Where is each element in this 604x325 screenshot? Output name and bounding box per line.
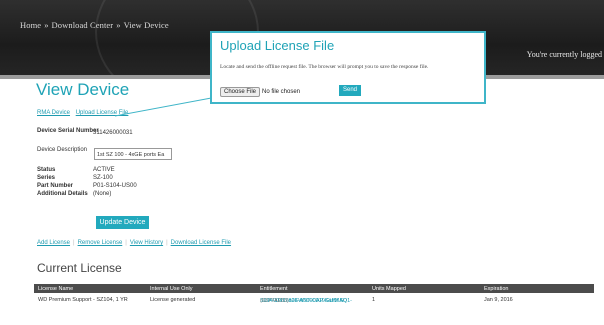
upload-license-popup: Upload License File Locate and send the … — [210, 31, 486, 104]
file-status-text: No file chosen — [262, 89, 301, 95]
choose-file-button[interactable]: Choose File — [220, 87, 261, 97]
send-button[interactable]: Send — [339, 85, 361, 96]
popup-title: Upload License File — [220, 38, 335, 53]
popup-description: Locate and send the offline request file… — [220, 64, 429, 70]
